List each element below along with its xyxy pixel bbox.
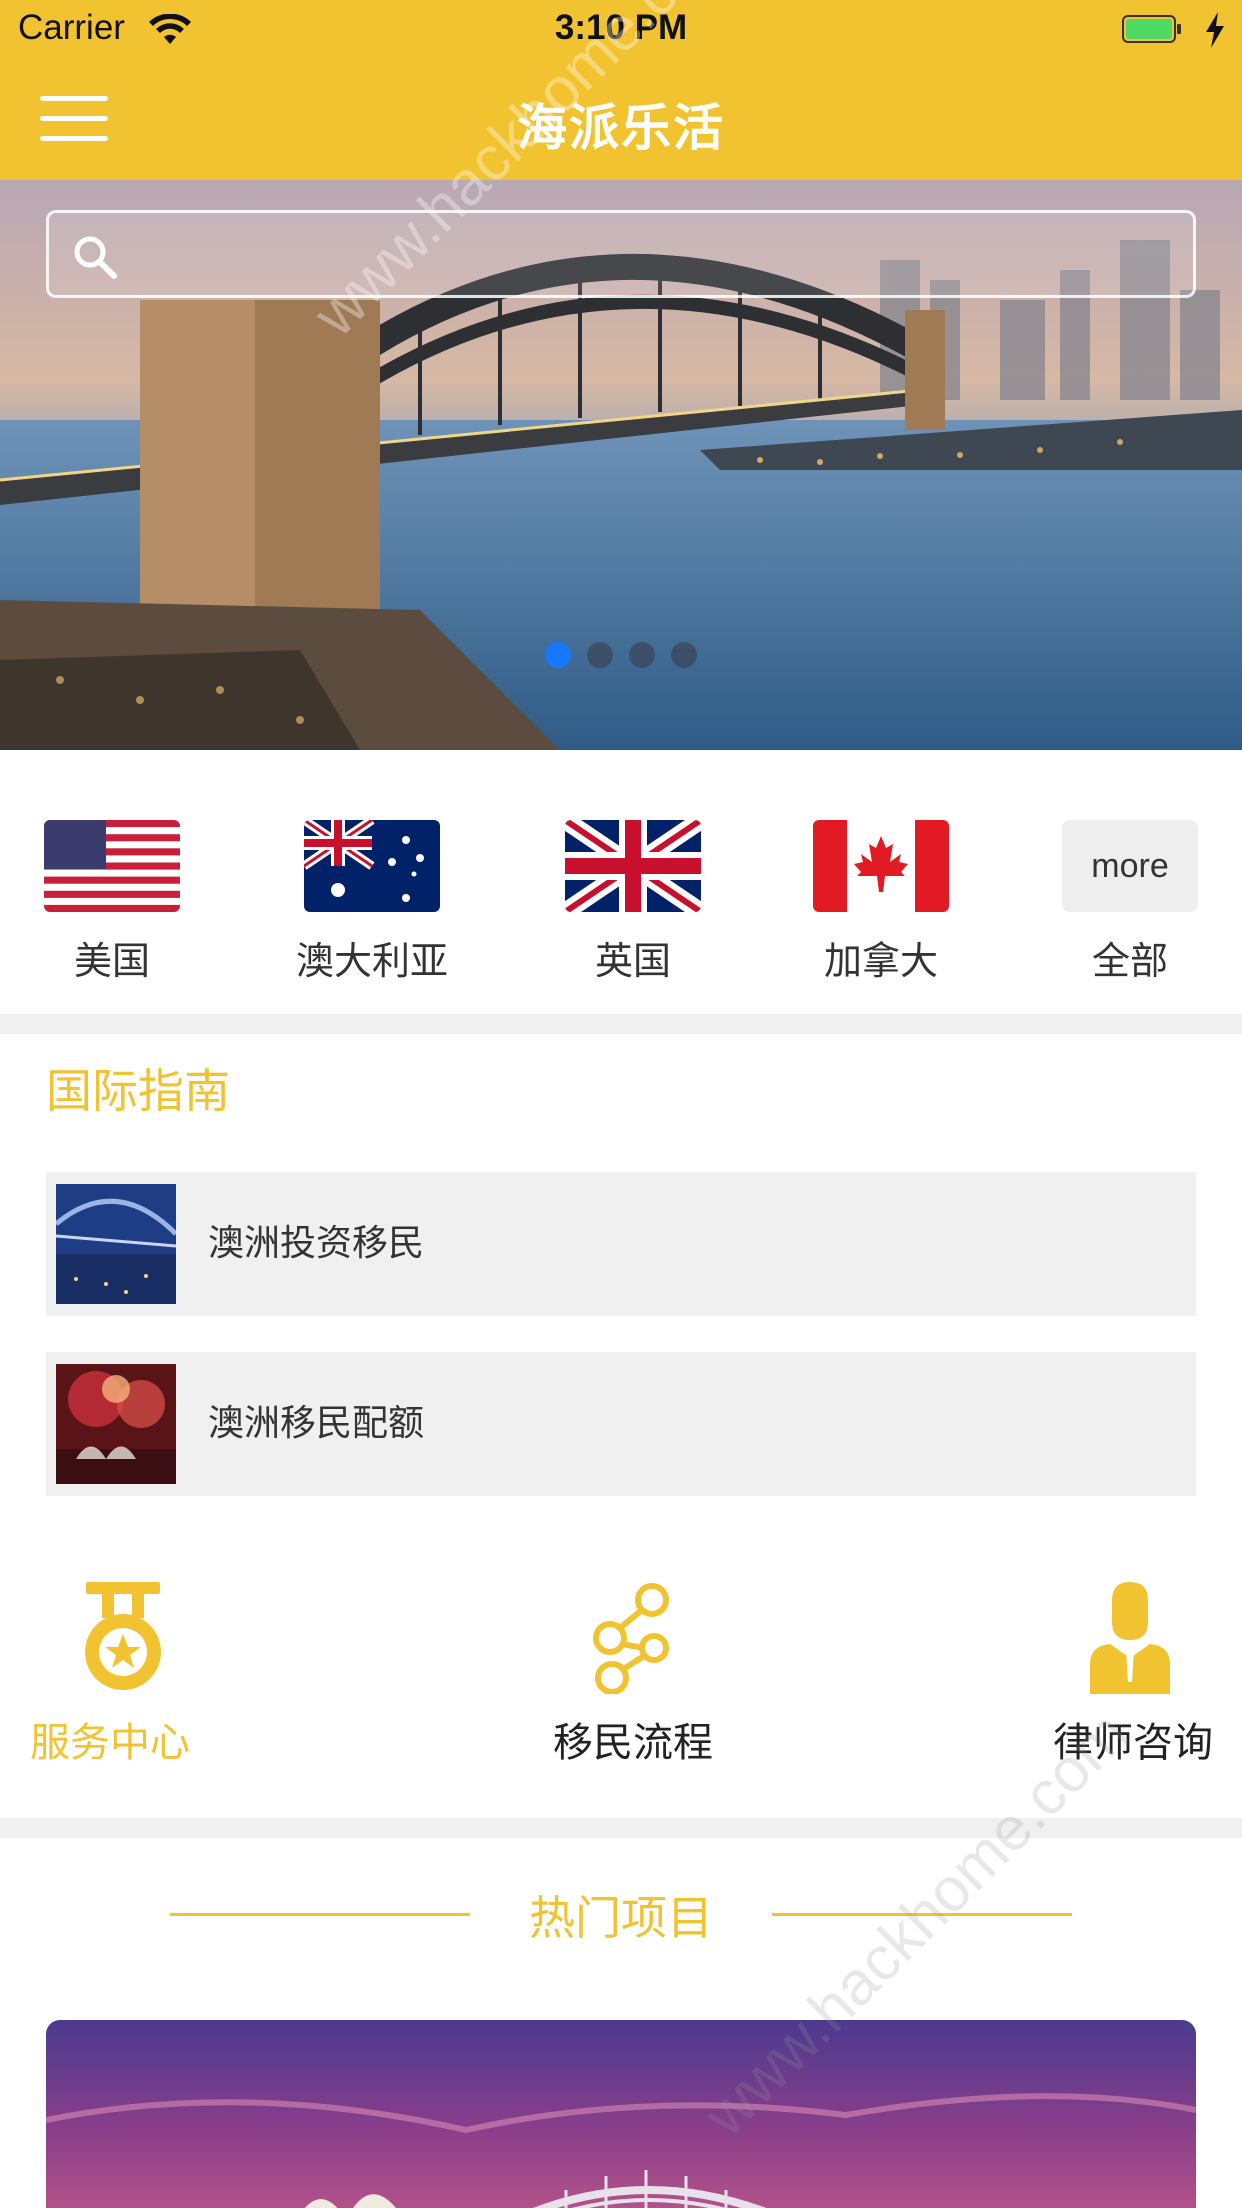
guide-item[interactable]: 澳洲投资移民: [46, 1172, 1196, 1316]
country-label: 澳大利亚: [295, 939, 448, 983]
fireworks-thumbnail: [56, 1364, 176, 1484]
country-item-canada[interactable]: 加拿大: [777, 820, 977, 983]
country-item-us[interactable]: 美国: [8, 820, 208, 983]
process-nodes-icon: [593, 1583, 669, 1694]
page-dot-1[interactable]: [545, 642, 571, 668]
service-center-button[interactable]: 服务中心: [28, 1582, 228, 1772]
sydney-opera-house-image: [46, 2020, 1196, 2208]
country-item-all[interactable]: more 全部: [1026, 820, 1226, 983]
page-dot-4[interactable]: [671, 642, 697, 668]
search-input[interactable]: [46, 210, 1196, 298]
hot-project-card[interactable]: [46, 2020, 1196, 2208]
country-label: 加拿大: [823, 939, 938, 983]
canada-flag-icon: [813, 820, 949, 912]
country-label: 全部: [1091, 939, 1168, 983]
guide-item-label: 澳洲投资移民: [208, 1223, 425, 1264]
service-label: 移民流程: [553, 1720, 713, 1766]
page-dot-3[interactable]: [629, 642, 655, 668]
carousel-page-indicator: [0, 642, 1242, 668]
guide-item[interactable]: 澳洲移民配额: [46, 1352, 1196, 1496]
lawyer-person-icon: [1090, 1582, 1170, 1694]
service-label: 服务中心: [30, 1720, 190, 1766]
battery-icon: [1122, 15, 1181, 43]
country-item-uk[interactable]: 英国: [529, 820, 729, 983]
us-flag-icon: [44, 820, 180, 912]
medal-icon: [85, 1582, 161, 1690]
country-item-australia[interactable]: 澳大利亚: [268, 820, 468, 983]
search-icon[interactable]: [70, 232, 118, 280]
immigration-process-button[interactable]: 移民流程: [550, 1582, 750, 1772]
uk-flag-icon: [565, 820, 701, 912]
page-title: 海派乐活: [517, 99, 725, 157]
australia-flag-icon: [304, 820, 440, 912]
app-screen: Carrier 3:10 PM 海派乐活 美国 澳大利亚 英国 加拿大 more…: [0, 0, 1242, 2208]
guide-item-label: 澳洲移民配额: [208, 1403, 425, 1444]
harbour-bridge-thumbnail: [56, 1184, 176, 1304]
guide-section-title: 国际指南: [46, 1064, 230, 1118]
country-label: 美国: [73, 939, 150, 983]
page-dot-2[interactable]: [587, 642, 613, 668]
section-divider: [0, 1014, 1242, 1034]
country-label: 英国: [594, 939, 671, 983]
charging-bolt-icon: [1206, 12, 1224, 48]
more-button[interactable]: more: [1062, 820, 1198, 912]
